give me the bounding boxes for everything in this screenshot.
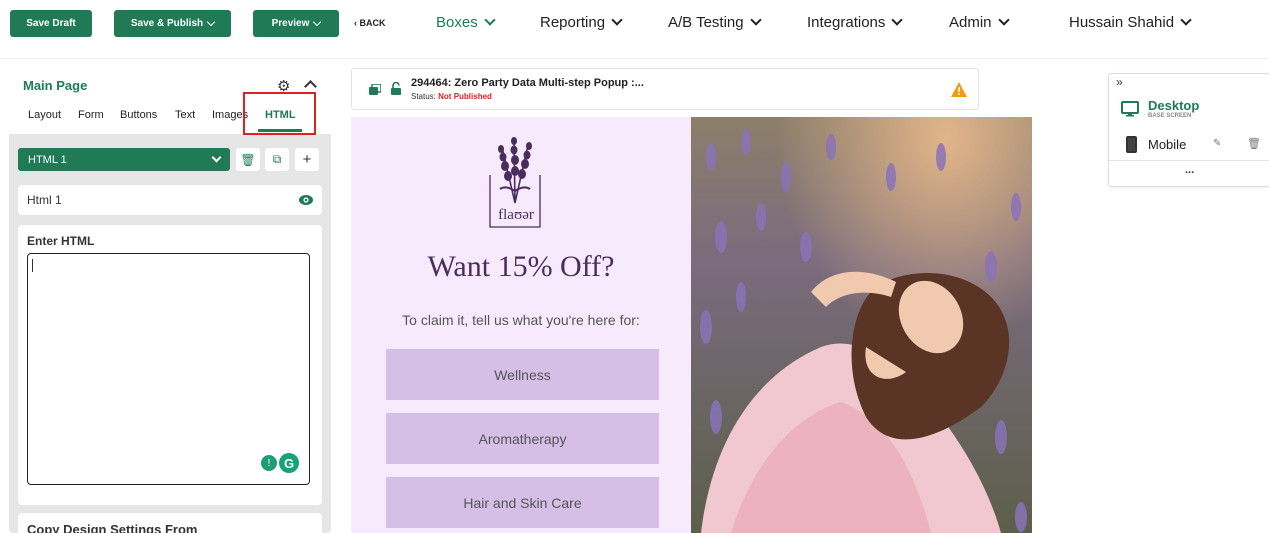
nav-integrations[interactable]: Integrations [807, 14, 904, 31]
nav-ab-testing-label: A/B Testing [668, 14, 744, 31]
more-options[interactable]: ... [1185, 164, 1194, 176]
text-cursor [32, 259, 33, 272]
nav-reporting-label: Reporting [540, 14, 606, 31]
edit-icon[interactable]: ✎ [1213, 138, 1221, 149]
mobile-label: Mobile [1148, 137, 1187, 152]
warning-icon[interactable] [951, 82, 967, 97]
delete-button[interactable]: 🗑 [236, 148, 260, 171]
html-tab-highlight [243, 92, 316, 135]
grammarly-icon[interactable]: G [279, 453, 299, 473]
nav-admin-label: Admin [949, 14, 992, 31]
chevron-down-icon [484, 14, 496, 26]
trash-icon[interactable]: 🗑 [1247, 137, 1261, 150]
lightbulb-icon[interactable]: ! [261, 455, 277, 471]
html-editor-card: Enter HTML ! G [18, 225, 322, 505]
editor-label: Enter HTML [27, 234, 95, 248]
device-desktop[interactable]: Desktop BASE SCREEN [1121, 98, 1261, 120]
collapse-double-chevron-icon[interactable]: » [1116, 75, 1123, 89]
status-line: Status: Not Published [411, 92, 492, 101]
lavender-field-photo [691, 117, 1032, 533]
plus-icon: + [302, 151, 312, 168]
chevron-down-icon [1180, 14, 1192, 26]
unlock-icon[interactable] [390, 81, 402, 95]
option-aromatherapy[interactable]: Aromatherapy [386, 413, 659, 464]
tab-layout[interactable]: Layout [28, 109, 61, 121]
eye-icon[interactable] [298, 192, 314, 208]
logo-text: flaʊər [498, 207, 534, 223]
trash-icon: 🗑 [240, 152, 256, 167]
back-link[interactable]: ‹ BACK [354, 18, 386, 28]
popup-subhead: To claim it, tell us what you're here fo… [402, 312, 640, 328]
save-draft-button[interactable]: Save Draft [10, 10, 92, 37]
html-element-select[interactable]: HTML 1 [18, 148, 230, 171]
chevron-down-icon [891, 14, 904, 26]
option-wellness[interactable]: Wellness [386, 349, 659, 400]
box-status-bar: 294464: Zero Party Data Multi-step Popup… [351, 68, 979, 110]
nav-user-label: Hussain Shahid [1069, 14, 1175, 31]
mobile-phone-icon [1126, 136, 1137, 153]
panel-title: Main Page [23, 78, 88, 93]
element-name: Html 1 [27, 193, 62, 207]
nav-boxes-label: Boxes [436, 14, 478, 31]
device-panel: » Desktop BASE SCREEN Mobile ✎ 🗑 ... [1108, 73, 1269, 187]
popup-headline: Want 15% Off? [427, 250, 615, 283]
nav-boxes[interactable]: Boxes [436, 14, 496, 31]
popup-content: flaʊər Want 15% Off? To claim it, tell u… [351, 117, 691, 533]
chevron-down-icon [749, 14, 762, 26]
tab-buttons[interactable]: Buttons [120, 109, 157, 121]
option-hair-skin-care[interactable]: Hair and Skin Care [386, 477, 659, 528]
element-name-row: Html 1 [18, 185, 322, 215]
chevron-down-icon [611, 14, 623, 26]
add-button[interactable]: + [295, 148, 319, 171]
nav-reporting[interactable]: Reporting [540, 14, 623, 31]
status-prefix: Status: [411, 92, 436, 101]
preview-button[interactable]: Preview [253, 10, 339, 37]
copy-icon: ⧉ [272, 152, 282, 166]
save-publish-button[interactable]: Save & Publish [114, 10, 231, 37]
chevron-down-icon [211, 152, 222, 162]
nav-integrations-label: Integrations [807, 14, 886, 31]
option-label: Aromatherapy [478, 430, 567, 447]
collapse-icon[interactable] [304, 80, 317, 93]
option-label: Hair and Skin Care [463, 494, 582, 511]
nav-admin[interactable]: Admin [949, 14, 1010, 31]
nav-user-menu[interactable]: Hussain Shahid [1069, 14, 1192, 31]
html-textarea[interactable] [27, 253, 310, 485]
device-divider [1109, 160, 1269, 161]
nav-ab-testing[interactable]: A/B Testing [668, 14, 762, 31]
chevron-down-icon [313, 17, 322, 27]
desktop-label: Desktop [1148, 98, 1200, 113]
left-settings-panel: Main Page ⚙ Layout Form Buttons Text Ima… [9, 68, 331, 533]
option-label: Wellness [494, 366, 551, 383]
toolbar-divider [0, 58, 1269, 59]
desktop-icon [1121, 101, 1139, 117]
copy-design-settings-card: Copy Design Settings From [18, 513, 322, 533]
device-mobile[interactable]: Mobile ✎ 🗑 [1121, 136, 1267, 156]
chevron-down-icon [206, 17, 216, 27]
status-value: Not Published [438, 92, 492, 101]
preview-label: Preview [271, 18, 310, 29]
duplicate-button[interactable]: ⧉ [265, 148, 289, 171]
save-draft-label: Save Draft [26, 18, 76, 29]
chevron-down-icon [997, 14, 1010, 26]
desktop-sublabel: BASE SCREEN [1148, 113, 1192, 119]
save-publish-label: Save & Publish [130, 18, 204, 29]
popup-preview: flaʊər Want 15% Off? To claim it, tell u… [351, 117, 1032, 533]
woman-in-lavender-image [691, 117, 1032, 533]
tab-form[interactable]: Form [78, 109, 104, 121]
tab-text[interactable]: Text [175, 109, 195, 121]
layers-icon[interactable] [369, 83, 382, 95]
html-select-value: HTML 1 [28, 153, 67, 166]
copy-settings-label: Copy Design Settings From [27, 522, 198, 533]
box-title: 294464: Zero Party Data Multi-step Popup… [411, 77, 644, 89]
